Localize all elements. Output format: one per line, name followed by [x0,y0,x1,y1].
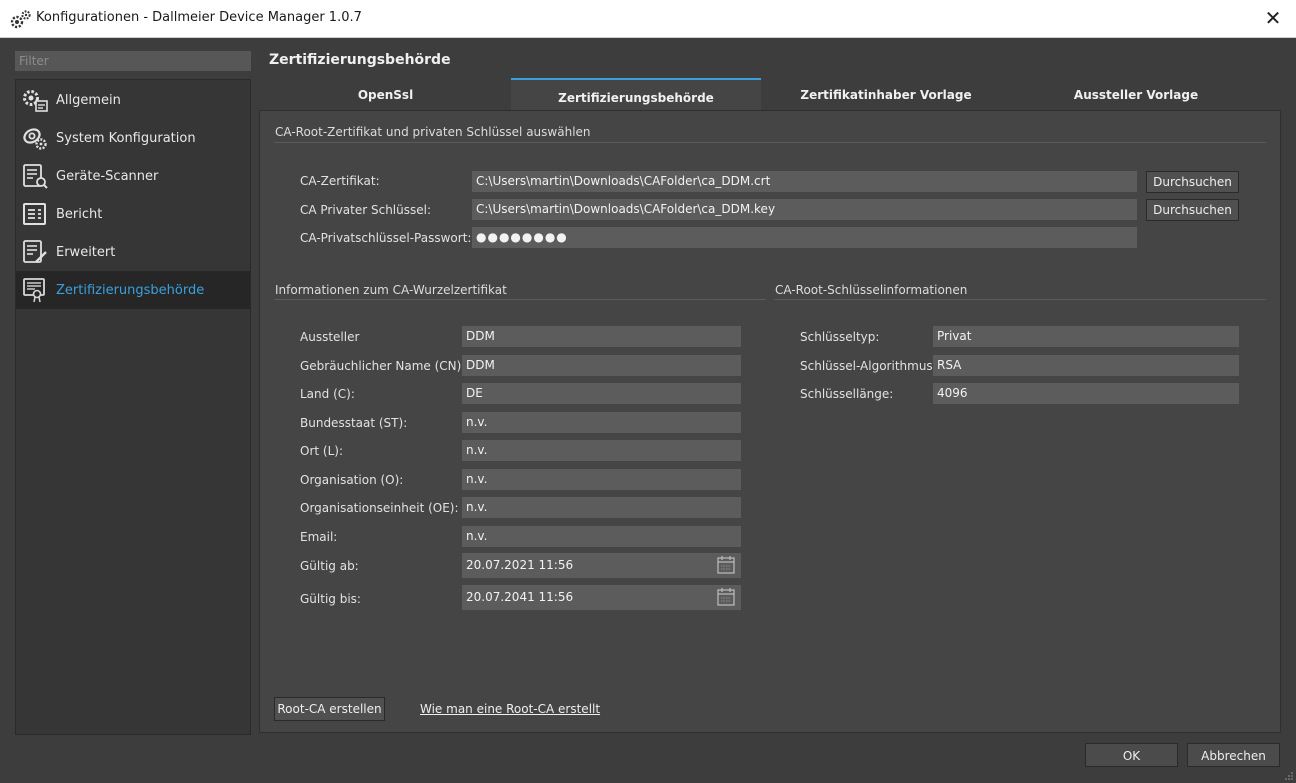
tab-openssl[interactable]: OpenSsl [260,78,511,110]
close-icon: ✕ [1264,6,1282,30]
sidebar-item-allgemein[interactable]: Allgemein [16,81,250,119]
tab-content: CA-Root-Zertifikat und privaten Schlüsse… [259,110,1281,733]
key-length-field[interactable]: 4096 [933,383,1239,404]
state-field[interactable]: n.v. [462,412,741,433]
field-label: Bundesstaat (ST): [300,416,408,430]
ca-cert-label: CA-Zertifikat: [300,174,380,188]
tab-bar: OpenSsl Zertifizierungsbehörde Zertifika… [260,78,1281,110]
ca-cert-field[interactable] [472,171,1137,192]
sidebar-item-system-konfiguration[interactable]: System Konfiguration [16,119,250,157]
window-title: Konfigurationen - Dallmeier Device Manag… [36,10,362,25]
sidebar-item-erweitert[interactable]: Erweitert [16,233,250,271]
sidebar-item-label: Allgemein [56,93,121,108]
config-window: Allgemein System Konfiguration Geräte-Sc… [0,38,1296,783]
field-label: Aussteller [300,330,360,344]
sidebar-item-zertifizierungsbehoerde[interactable]: Zertifizierungsbehörde [16,271,250,309]
calendar-icon[interactable] [716,555,736,575]
divider [274,299,766,300]
camera-gear-icon [23,128,47,150]
resize-grip-icon[interactable] [1284,771,1294,781]
section-title-key-info: CA-Root-Schlüsselinformationen [775,283,968,297]
sidebar-item-label: Bericht [56,207,103,222]
sidebar-item-label: Erweitert [56,245,116,260]
country-field[interactable]: DE [462,383,741,404]
key-type-field[interactable]: Privat [933,326,1239,347]
filter-input[interactable] [15,51,251,71]
browse-key-button[interactable]: Durchsuchen [1146,199,1239,221]
sidebar-item-geraete-scanner[interactable]: Geräte-Scanner [16,157,250,195]
cancel-button[interactable]: Abbrechen [1187,743,1280,767]
sidebar: Allgemein System Konfiguration Geräte-Sc… [15,79,251,735]
ca-key-field[interactable] [472,199,1137,220]
email-field[interactable]: n.v. [462,526,741,547]
field-label: Organisation (O): [300,473,404,487]
ca-password-label: CA-Privatschlüssel-Passwort: [300,231,472,245]
browse-cert-button[interactable]: Durchsuchen [1146,171,1239,193]
list-edit-icon [23,240,47,263]
tab-zertifikatinhaber-vorlage[interactable]: Zertifikatinhaber Vorlage [761,78,1011,110]
ok-button[interactable]: OK [1085,743,1178,767]
org-unit-field[interactable]: n.v. [462,497,741,518]
report-icon [23,203,46,225]
field-label: Gebräuchlicher Name (CN): [300,359,466,373]
scanner-list-icon [23,164,48,189]
calendar-icon[interactable] [716,587,736,607]
sidebar-item-bericht[interactable]: Bericht [16,195,250,233]
field-label: Schlüssel-Algorithmus: [800,359,937,373]
certificate-icon [23,278,45,303]
valid-from-field[interactable]: 20.07.2021 11:56 [462,553,741,578]
ca-key-label: CA Privater Schlüssel: [300,203,432,217]
help-link[interactable]: Wie man eine Root-CA erstellt [420,702,600,716]
tab-zertifizierungsbehoerde[interactable]: Zertifizierungsbehörde [511,78,761,110]
key-algorithm-field[interactable]: RSA [933,355,1239,376]
field-label: Organisationseinheit (OE): [300,501,459,515]
valid-from-label: Gültig ab: [300,559,359,573]
title-bar: Konfigurationen - Dallmeier Device Manag… [0,0,1296,38]
tab-aussteller-vorlage[interactable]: Aussteller Vorlage [1011,78,1261,110]
divider [274,142,1266,143]
section-title-ca-select: CA-Root-Zertifikat und privaten Schlüsse… [275,125,591,139]
valid-to-label: Gültig bis: [300,592,361,606]
gears-icon [10,10,31,29]
organisation-field[interactable]: n.v. [462,469,741,490]
issuer-field[interactable]: DDM [462,326,741,347]
field-label: Land (C): [300,387,355,401]
sidebar-item-label: Zertifizierungsbehörde [56,283,205,298]
close-button[interactable]: ✕ [1250,0,1296,37]
gears-icon [23,90,48,112]
field-label: Schlüssellänge: [800,387,894,401]
locality-field[interactable]: n.v. [462,440,741,461]
field-label: Email: [300,530,338,544]
field-label: Schlüsseltyp: [800,330,880,344]
field-label: Ort (L): [300,444,343,458]
sidebar-item-label: Geräte-Scanner [56,169,159,184]
common-name-field[interactable]: DDM [462,355,741,376]
ca-password-field[interactable]: ●●●●●●●● [472,227,1137,248]
sidebar-item-label: System Konfiguration [56,131,196,146]
valid-to-field[interactable]: 20.07.2041 11:56 [462,585,741,610]
section-title-root-info: Informationen zum CA-Wurzelzertifikat [275,283,507,297]
page-title: Zertifizierungsbehörde [269,52,451,68]
create-root-ca-button[interactable]: Root-CA erstellen [274,697,385,721]
divider [774,299,1266,300]
